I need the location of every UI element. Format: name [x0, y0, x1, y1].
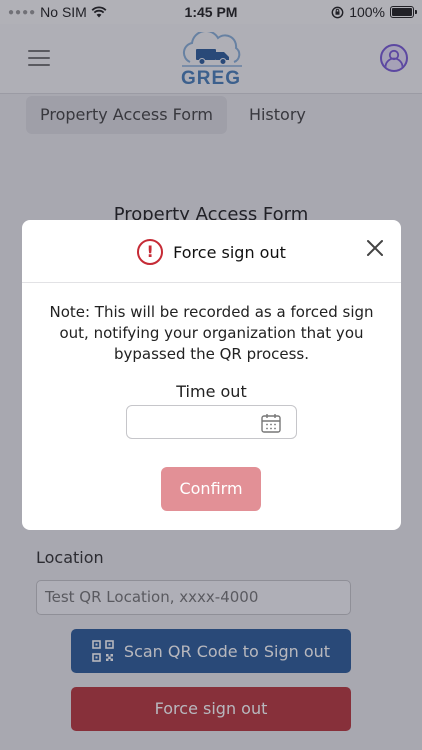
time-out-label: Time out	[176, 382, 247, 401]
modal-header: ! Force sign out	[22, 220, 401, 283]
modal-title: Force sign out	[173, 242, 286, 262]
close-icon[interactable]	[365, 238, 385, 258]
modal-note: Note: This will be recorded as a forced …	[49, 303, 374, 363]
alert-icon: !	[137, 239, 164, 265]
time-out-field[interactable]	[126, 405, 297, 439]
confirm-button[interactable]: Confirm	[161, 467, 261, 511]
force-sign-out-modal: ! Force sign out Note: This will be reco…	[22, 220, 401, 530]
calendar-icon[interactable]	[260, 412, 282, 434]
